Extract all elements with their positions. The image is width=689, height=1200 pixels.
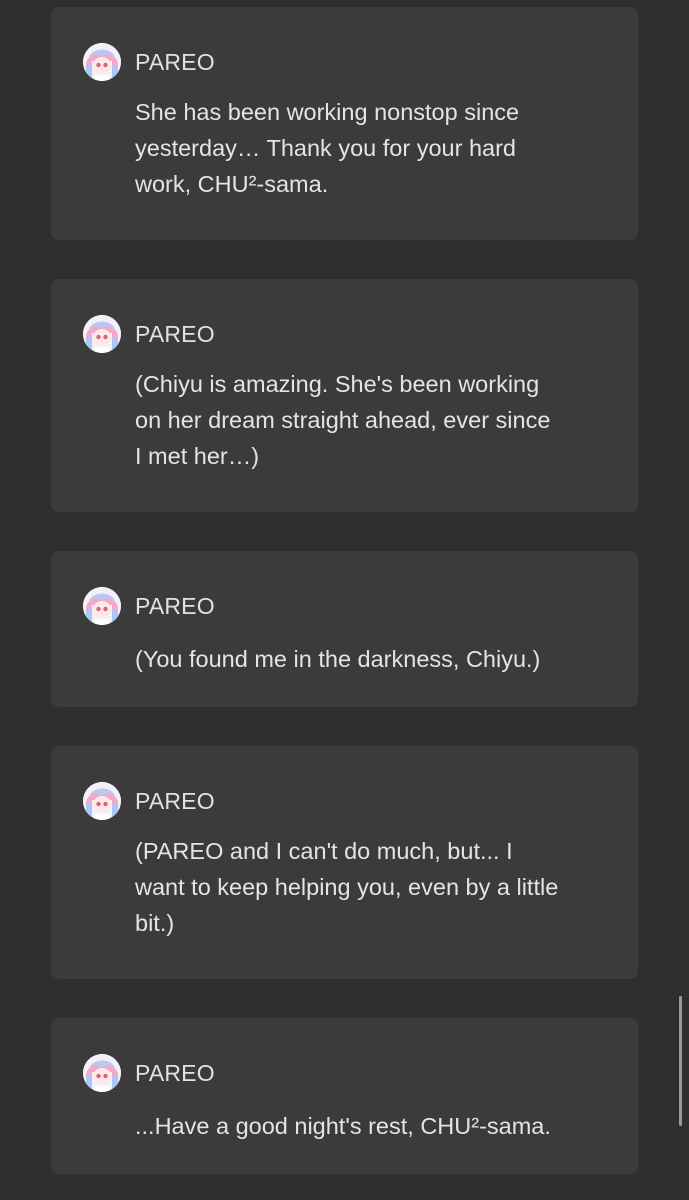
speaker-name: PAREO [135, 320, 215, 347]
speaker-row: PAREO [83, 315, 215, 353]
pareo-avatar-icon [83, 43, 121, 81]
dialogue-card: PAREO ...Have a good night's rest, CHU²-… [51, 1018, 638, 1174]
dialogue-text: ...Have a good night's rest, CHU²-sama. [135, 1113, 551, 1139]
pareo-avatar-icon [83, 315, 121, 353]
speaker-name: PAREO [135, 592, 215, 619]
dialogue-text: (PAREO and I can't do much, but... I wan… [135, 838, 559, 936]
dialogue-card: PAREO She has been working nonstop since… [51, 7, 638, 240]
pareo-avatar-icon [83, 1054, 121, 1092]
pareo-avatar-icon [83, 587, 121, 625]
speaker-name: PAREO [135, 1059, 215, 1086]
speaker-row: PAREO [83, 782, 215, 820]
speaker-row: PAREO [83, 587, 215, 625]
speaker-row: PAREO [83, 43, 215, 81]
speaker-name: PAREO [135, 787, 215, 814]
dialogue-card: PAREO (PAREO and I can't do much, but...… [51, 746, 638, 979]
dialogue-card: PAREO (You found me in the darkness, Chi… [51, 551, 638, 707]
dialogue-text: She has been working nonstop since yeste… [135, 99, 520, 197]
dialogue-log[interactable]: PAREO She has been working nonstop since… [0, 0, 689, 1200]
dialogue-card: PAREO (Chiyu is amazing. She's been work… [51, 279, 638, 512]
speaker-row: PAREO [83, 1054, 215, 1092]
dialogue-text: (Chiyu is amazing. She's been working on… [135, 371, 551, 469]
scrollbar-thumb[interactable] [679, 996, 682, 1126]
speaker-name: PAREO [135, 48, 215, 75]
pareo-avatar-icon [83, 782, 121, 820]
dialogue-text: (You found me in the darkness, Chiyu.) [135, 646, 541, 672]
